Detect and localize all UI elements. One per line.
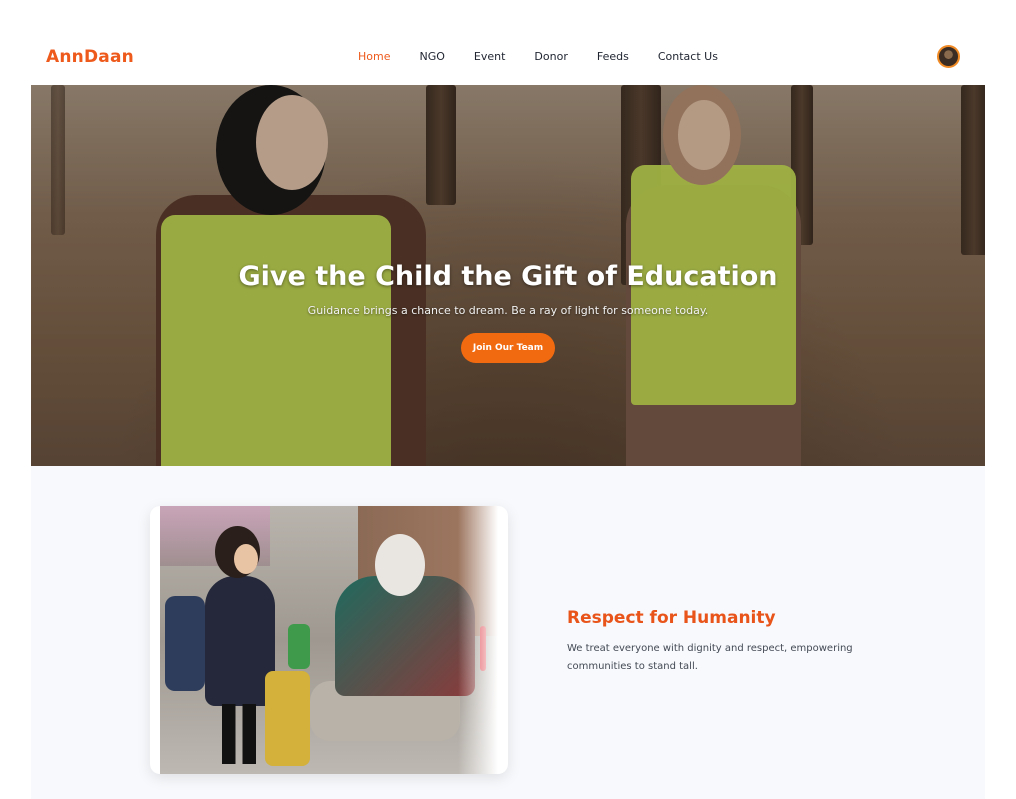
nav-item-event[interactable]: Event xyxy=(474,50,506,63)
brand-logo[interactable]: AnnDaan xyxy=(46,47,134,67)
feature-description: We treat everyone with dignity and respe… xyxy=(567,643,853,672)
top-navbar: AnnDaan Home NGO Event Donor Feeds Conta… xyxy=(31,30,985,85)
nav-item-donor[interactable]: Donor xyxy=(534,50,567,63)
main-menu: Home NGO Event Donor Feeds Contact Us xyxy=(358,50,747,63)
hero-banner: Give the Child the Gift of Education Gui… xyxy=(31,85,985,466)
hero-subtitle: Guidance brings a chance to dream. Be a … xyxy=(307,304,709,317)
nav-item-contact-us[interactable]: Contact Us xyxy=(658,50,718,63)
values-section: Respect for Humanity We treat everyone w… xyxy=(31,466,985,799)
nav-item-home[interactable]: Home xyxy=(358,50,390,63)
nav-item-feeds[interactable]: Feeds xyxy=(597,50,629,63)
feature-title: Respect for Humanity xyxy=(567,608,776,628)
feature-photo xyxy=(160,506,498,774)
nav-item-ngo[interactable]: NGO xyxy=(419,50,444,63)
join-our-team-button[interactable]: Join Our Team xyxy=(461,333,555,363)
user-avatar-icon[interactable] xyxy=(937,45,960,68)
feature-image-card xyxy=(150,506,508,774)
hero-title: Give the Child the Gift of Education xyxy=(238,261,778,292)
